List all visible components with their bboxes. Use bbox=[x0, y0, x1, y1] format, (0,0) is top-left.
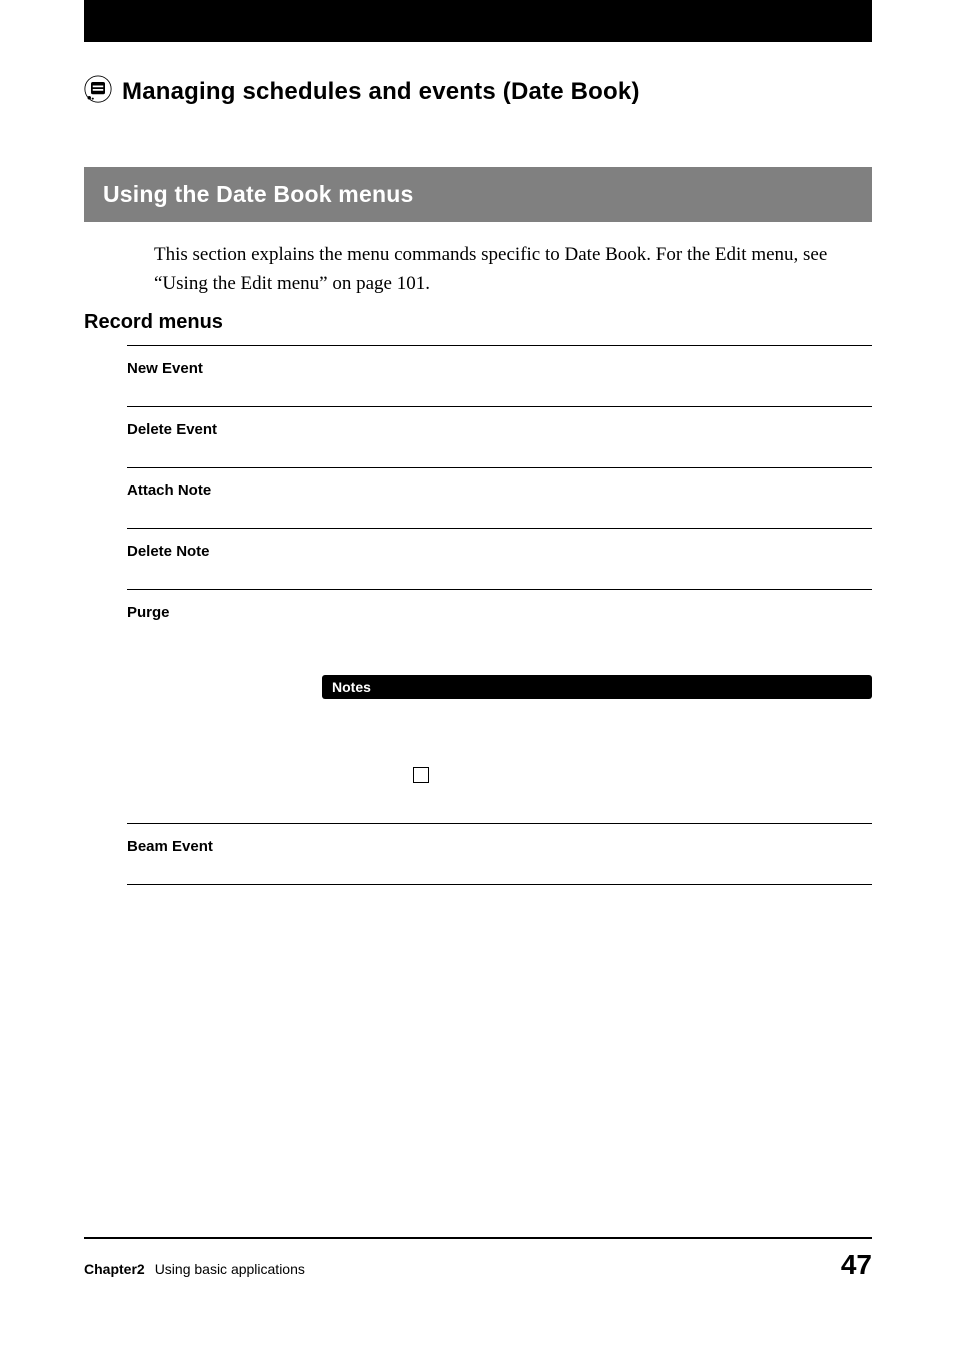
menu-label: Purge bbox=[127, 604, 872, 621]
menu-row-delete-note: Delete Note bbox=[127, 528, 872, 589]
menu-label: Attach Note bbox=[127, 482, 211, 499]
section-heading-row: Managing schedules and events (Date Book… bbox=[84, 75, 640, 108]
intro-paragraph: This section explains the menu commands … bbox=[154, 240, 872, 299]
footer-rule bbox=[84, 1237, 872, 1239]
chapter-label: Chapter2 bbox=[84, 1261, 145, 1277]
checkbox-row bbox=[413, 765, 872, 785]
menu-row-delete-event: Delete Event bbox=[127, 406, 872, 467]
menu-row-new-event: New Event bbox=[127, 345, 872, 406]
page-number: 47 bbox=[841, 1249, 872, 1281]
record-menus-table: New Event Delete Event Attach Note Delet… bbox=[127, 345, 872, 885]
menu-row-beam-event: Beam Event bbox=[127, 823, 872, 885]
footer-left: Chapter2 Using basic applications bbox=[84, 1261, 305, 1277]
section-heading: Managing schedules and events (Date Book… bbox=[122, 78, 640, 106]
menu-row-purge: Purge Notes bbox=[127, 589, 872, 823]
notes-badge: Notes bbox=[322, 675, 872, 699]
menu-label: Delete Event bbox=[127, 421, 217, 438]
document-page: Managing schedules and events (Date Book… bbox=[0, 0, 954, 1352]
subsection-banner: Using the Date Book menus bbox=[84, 167, 872, 222]
checkbox-icon bbox=[413, 767, 429, 783]
menu-row-attach-note: Attach Note bbox=[127, 467, 872, 528]
header-black-bar bbox=[84, 0, 872, 42]
menu-label: Beam Event bbox=[127, 838, 213, 855]
menu-label: Delete Note bbox=[127, 543, 210, 560]
page-footer: Chapter2 Using basic applications 47 bbox=[84, 1249, 872, 1281]
chapter-text: Using basic applications bbox=[155, 1261, 305, 1277]
record-menus-heading: Record menus bbox=[84, 311, 223, 334]
datebook-icon bbox=[84, 75, 112, 108]
subsection-banner-text: Using the Date Book menus bbox=[103, 181, 413, 208]
menu-label: New Event bbox=[127, 360, 203, 377]
